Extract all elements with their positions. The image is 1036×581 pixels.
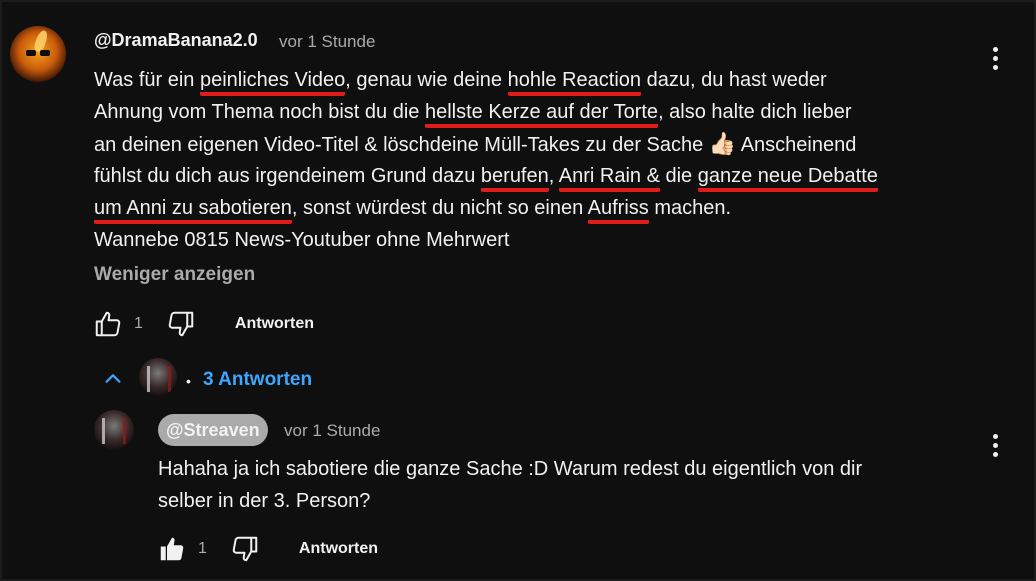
commenter-avatar[interactable]: [10, 26, 66, 82]
reply-button[interactable]: Antworten: [235, 315, 314, 333]
replies-toggle[interactable]: [100, 366, 126, 392]
red-underline-annotation: ganze neue Debatte: [697, 165, 878, 192]
comment-text-segment: Ahnung vom Thema noch bist du die: [94, 101, 425, 123]
comment-text-segment: , sonst würdest du nicht so einen: [291, 197, 588, 219]
comment-line-2: Ahnung vom Thema noch bist du die hellst…: [94, 96, 984, 128]
chevron-up-icon: [100, 366, 126, 392]
red-underline-annotation: Anri Rain &: [558, 165, 660, 192]
comment-text-segment: ,: [548, 165, 559, 187]
reply-action-bar: 1 Antworten: [156, 533, 378, 565]
comment-text-segment: an deinen eigenen Video-Titel & löschdei…: [94, 134, 709, 156]
comment-text-segment: machen.: [648, 197, 732, 219]
comment-timestamp[interactable]: vor 1 Stunde: [279, 32, 375, 52]
comment-line-5: um Anni zu sabotieren, sonst würdest du …: [94, 192, 984, 224]
comment-more-vert-icon[interactable]: [990, 45, 1000, 73]
comment-line-6: Wannebe 0815 News-Youtuber ohne Mehrwert: [94, 229, 510, 251]
comment-text-segment: dazu, du hast weder: [641, 69, 827, 91]
like-count: 1: [134, 315, 143, 332]
comment-body: Was für ein peinliches Video, genau wie …: [94, 64, 984, 256]
replies-count-button[interactable]: 3 Antworten: [203, 369, 312, 391]
reply-more-vert-icon[interactable]: [990, 432, 1000, 460]
reply-line-2: selber in der 3. Person?: [158, 490, 371, 512]
reply-body: Hahaha ja ich sabotiere die ganze Sache …: [158, 453, 978, 517]
creator-reply-avatar: [139, 358, 177, 396]
comment-text-segment: , genau wie deine: [345, 69, 508, 91]
red-underline-annotation: peinliches Video: [199, 69, 346, 96]
reply-line-1: Hahaha ja ich sabotiere die ganze Sache …: [158, 458, 863, 480]
comment-text-segment: die: [659, 165, 698, 187]
comment-text-segment: fühlst du dich aus irgendeinem Grund daz…: [94, 165, 481, 187]
comment-text-segment: Anscheinend: [736, 134, 857, 156]
comment-action-bar: 1 Antworten: [92, 308, 314, 340]
thumbs-up-outline-icon: [95, 311, 121, 337]
reply-reply-button[interactable]: Antworten: [299, 540, 378, 558]
reply-author-avatar[interactable]: [94, 410, 134, 450]
like-button[interactable]: [92, 308, 124, 340]
avatar-sunglasses-left: [26, 50, 36, 56]
reply-timestamp[interactable]: vor 1 Stunde: [284, 421, 380, 441]
reply-like-button[interactable]: [156, 533, 188, 565]
thumbs-down-outline-icon: [168, 311, 194, 337]
avatar-sunglasses-right: [40, 50, 50, 56]
red-underline-annotation: hohle Reaction: [507, 69, 642, 96]
comment-line-4: fühlst du dich aus irgendeinem Grund daz…: [94, 160, 984, 192]
reply-author-channel-badge[interactable]: @Streaven: [158, 414, 268, 446]
comment-line-3: an deinen eigenen Video-Titel & löschdei…: [94, 128, 984, 160]
reply-dislike-button[interactable]: [229, 533, 261, 565]
red-underline-annotation: berufen: [480, 165, 549, 192]
comment-text-segment: Was für ein: [94, 69, 200, 91]
red-underline-annotation: Aufriss: [587, 197, 649, 224]
comment-text-segment: , also halte dich lieber: [658, 101, 852, 123]
reply-like-count: 1: [198, 540, 207, 557]
thumbs-up-emoji-icon: 👍🏻: [708, 131, 737, 156]
show-less-button[interactable]: Weniger anzeigen: [94, 264, 255, 286]
comment-author[interactable]: @DramaBanana2.0: [94, 30, 258, 51]
red-underline-annotation: hellste Kerze auf der Torte: [424, 101, 659, 128]
separator-dot: •: [186, 373, 191, 389]
thumbs-down-outline-icon: [232, 536, 258, 562]
comment-line-1: Was für ein peinliches Video, genau wie …: [94, 64, 984, 96]
dislike-button[interactable]: [165, 308, 197, 340]
thumbs-up-filled-icon: [160, 537, 184, 561]
red-underline-annotation: um Anni zu sabotieren: [94, 197, 292, 224]
